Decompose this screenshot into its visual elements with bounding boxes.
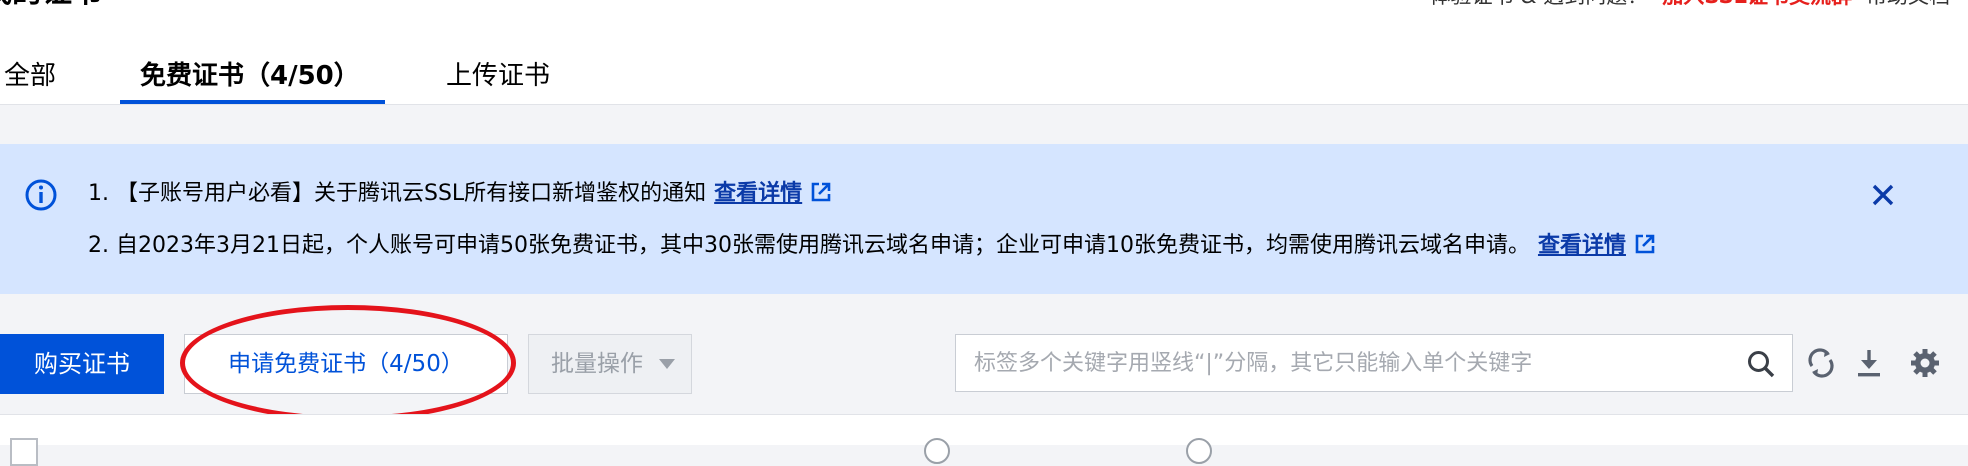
notice-line-2-link[interactable]: 查看详情: [1538, 233, 1626, 258]
tab-all[interactable]: 全部: [4, 58, 56, 94]
top-bar: 我的证书 体验证书 & 遇到问题？ 加入SSL证书交流群 帮助文档 全部 免费证书（…: [0, 0, 1968, 105]
search-icon[interactable]: [1746, 349, 1776, 379]
batch-operation-label: 批量操作: [551, 351, 643, 377]
tab-free-certificates[interactable]: 免费证书（4/50）: [140, 58, 360, 94]
info-circle-icon: [25, 179, 57, 211]
select-all-checkbox[interactable]: [10, 438, 38, 466]
gear-icon[interactable]: [1908, 346, 1942, 380]
help-circle-icon[interactable]: [924, 438, 950, 464]
notice-line-2-text: 2. 自2023年3月21日起，个人账号可申请50张免费证书，其中30张需使用腾…: [88, 233, 1530, 258]
notice-line-1: 1. 【子账号用户必看】关于腾讯云SSL所有接口新增鉴权的通知 查看详情: [88, 178, 832, 210]
notice-line-1-text: 1. 【子账号用户必看】关于腾讯云SSL所有接口新增鉴权的通知: [88, 181, 707, 206]
search-input[interactable]: [974, 335, 1714, 391]
chevron-down-icon: [659, 359, 675, 369]
help-prompt: 体验证书 & 遇到问题？: [1430, 0, 1649, 8]
external-link-icon[interactable]: [810, 181, 832, 203]
apply-free-certificate-button[interactable]: 申请免费证书（4/50）: [184, 334, 508, 394]
search-box: [955, 334, 1793, 392]
tab-upload-certificates[interactable]: 上传证书: [446, 58, 550, 94]
help-docs-link[interactable]: 帮助文档: [1866, 0, 1950, 8]
ssl-group-link[interactable]: 加入SSL证书交流群: [1662, 0, 1852, 8]
notice-line-1-link[interactable]: 查看详情: [714, 181, 802, 206]
certificate-table-header: [0, 414, 1968, 445]
top-right-links: 体验证书 & 遇到问题？ 加入SSL证书交流群 帮助文档: [1430, 0, 1950, 7]
page-title: 我的证书: [0, 0, 102, 8]
external-link-icon[interactable]: [1634, 233, 1656, 255]
help-circle-icon[interactable]: [1186, 438, 1212, 464]
active-tab-indicator: [120, 100, 385, 104]
download-icon[interactable]: [1852, 346, 1886, 380]
close-icon[interactable]: [1866, 178, 1900, 212]
notice-line-2: 2. 自2023年3月21日起，个人账号可申请50张免费证书，其中30张需使用腾…: [88, 230, 1656, 262]
batch-operation-dropdown[interactable]: 批量操作: [528, 334, 692, 394]
notice-banner: [0, 144, 1968, 294]
refresh-icon[interactable]: [1804, 346, 1838, 380]
buy-certificate-button[interactable]: 购买证书: [0, 334, 164, 394]
